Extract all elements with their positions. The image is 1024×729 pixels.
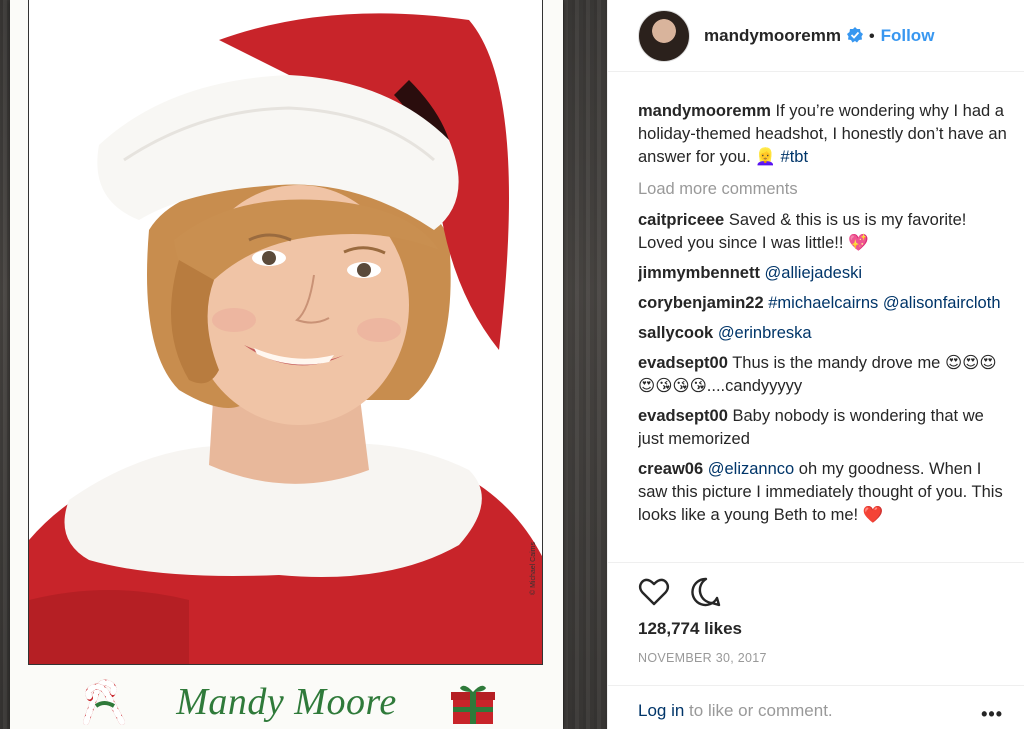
headshot-frame <box>28 0 543 665</box>
login-footer: Log in to like or comment. ••• <box>608 685 1024 729</box>
comment-mention[interactable]: @erinbreska <box>718 324 812 342</box>
comment-item: evadsept00 Baby nobody is wondering that… <box>638 405 1008 451</box>
comment-username[interactable]: jimmymbennett <box>638 264 760 282</box>
gift-icon <box>451 685 495 724</box>
header-username[interactable]: mandymooremm <box>704 26 841 45</box>
likes-count[interactable]: 128,774 likes <box>638 619 742 639</box>
comment-mention[interactable]: #michaelcairns @alisonfaircloth <box>768 294 1000 312</box>
post-header: mandymooremm • Follow <box>608 0 1024 72</box>
comment-item: evadsept00 Thus is the mandy drove me 😍😍… <box>638 352 1008 398</box>
comment-item: corybenjamin22 #michaelcairns @alisonfai… <box>638 292 1008 315</box>
avatar[interactable] <box>638 9 690 62</box>
headshot-photo <box>29 0 542 664</box>
caption: mandymooremm If you’re wondering why I h… <box>638 100 1008 169</box>
comment-username[interactable]: creaw06 <box>638 460 703 478</box>
verified-badge-icon <box>846 26 863 42</box>
comments-list[interactable]: mandymooremm If you’re wondering why I h… <box>638 100 1008 562</box>
post-side-panel: mandymooremm • Follow mandymooremm If you’… <box>607 0 1024 729</box>
post-date: NOVEMBER 30, 2017 <box>638 651 767 665</box>
separator-dot: • <box>868 27 875 45</box>
comment-item: creaw06 @elizannco oh my goodness. When … <box>638 458 1008 527</box>
comment-username[interactable]: evadsept00 <box>638 354 728 372</box>
comment-item: sallycook @erinbreska <box>638 322 1008 345</box>
comment-bubble-icon[interactable] <box>690 576 722 608</box>
comment-username[interactable]: corybenjamin22 <box>638 294 764 312</box>
caption-hashtag[interactable]: #tbt <box>781 148 809 166</box>
login-link[interactable]: Log in <box>638 701 684 720</box>
comment-username[interactable]: evadsept00 <box>638 407 728 425</box>
more-options-icon[interactable]: ••• <box>981 704 1003 725</box>
follow-button[interactable]: Follow <box>881 26 935 45</box>
photo-credit: © Michael Caims <box>530 541 537 595</box>
comment-mention[interactable]: @alliejadeski <box>765 264 862 282</box>
post-photo-area[interactable]: © Michael Caims Mandy Moore <box>0 0 607 729</box>
login-prompt-text: to like or comment. <box>684 701 833 720</box>
headshot-card: © Michael Caims Mandy Moore <box>10 0 563 729</box>
caption-username[interactable]: mandymooremm <box>638 102 771 120</box>
comment-username[interactable]: sallycook <box>638 324 713 342</box>
comment-username[interactable]: caitpriceee <box>638 211 724 229</box>
heart-icon[interactable] <box>638 577 670 607</box>
load-more-comments-link[interactable]: Load more comments <box>638 178 1008 201</box>
comment-item: jimmymbennett @alliejadeski <box>638 262 1008 285</box>
actions-divider <box>608 562 1024 564</box>
comment-mention[interactable]: @elizannco <box>708 460 794 478</box>
comment-item: caitpriceee Saved & this is us is my fav… <box>638 209 1008 255</box>
